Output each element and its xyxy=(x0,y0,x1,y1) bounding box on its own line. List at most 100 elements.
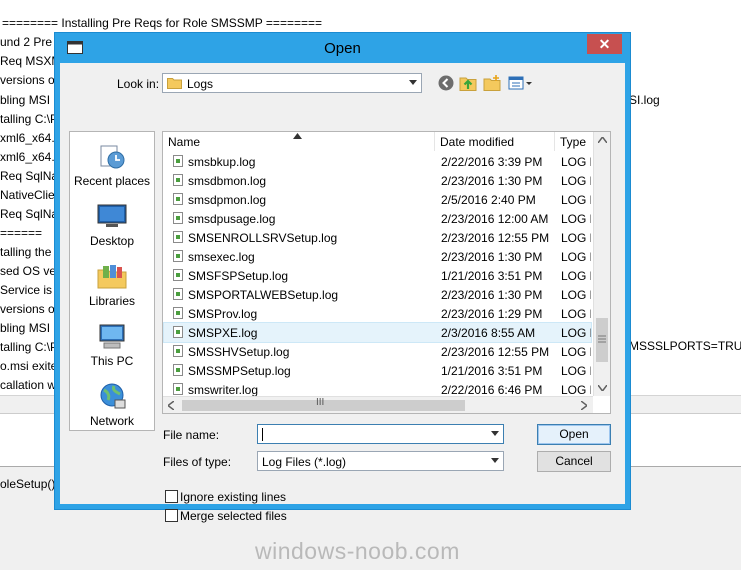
log-line: Req SqlNa xyxy=(0,169,59,183)
log-line: sed OS ver xyxy=(0,264,61,278)
file-name-cell: SMSPXE.log xyxy=(188,326,258,340)
merge-selected-files-checkbox[interactable] xyxy=(165,509,178,522)
log-file-icon xyxy=(173,326,183,338)
log-file-icon xyxy=(173,231,183,243)
look-in-label: Look in: xyxy=(117,77,160,91)
files-of-type-dropdown[interactable]: Log Files (*.log) xyxy=(257,451,504,471)
log-line: NativeClie xyxy=(0,188,55,202)
file-date-cell: 2/22/2016 6:46 PM xyxy=(441,383,543,397)
new-folder-icon[interactable] xyxy=(483,74,501,92)
column-header-type[interactable]: Type xyxy=(555,132,592,151)
scroll-left-icon[interactable] xyxy=(168,401,174,410)
log-header-line: ======== Installing Pre Reqs for Role SM… xyxy=(2,16,322,30)
log-file-icon xyxy=(173,383,183,395)
watermark: windows-noob.com xyxy=(255,538,460,564)
file-date-cell: 2/5/2016 2:40 PM xyxy=(441,193,536,207)
ignore-existing-lines-label[interactable]: Ignore existing lines xyxy=(180,490,286,504)
file-row[interactable]: SMSSMPSetup.log 1/21/2016 3:51 PM LOG File xyxy=(164,361,591,380)
place-label: Desktop xyxy=(89,234,135,248)
file-row[interactable]: SMSProv.log 2/23/2016 1:29 PM LOG File xyxy=(164,304,591,323)
place-label: Network xyxy=(89,414,134,428)
places-bar: Recent places Desktop Libraries This PC Netw… xyxy=(69,131,155,431)
log-file-icon xyxy=(173,250,183,262)
scroll-right-icon[interactable] xyxy=(581,401,587,410)
dialog-titlebar[interactable]: Open ✕ xyxy=(55,33,630,63)
up-folder-icon[interactable] xyxy=(459,74,477,92)
column-header-name[interactable]: Name xyxy=(163,132,435,151)
file-row[interactable]: smsdpusage.log 2/23/2016 12:00 AM LOG File xyxy=(164,209,591,228)
column-date-label: Date modified xyxy=(440,135,515,149)
place-libraries[interactable]: Libraries xyxy=(70,258,154,318)
file-name-cell: smsbkup.log xyxy=(188,155,256,169)
view-menu-icon[interactable] xyxy=(508,74,534,92)
log-file-icon xyxy=(173,212,183,224)
place-recent-places[interactable]: Recent places xyxy=(70,138,154,198)
log-line: bling MSI xyxy=(0,93,51,107)
file-row[interactable]: smsdbmon.log 2/23/2016 1:30 PM LOG File xyxy=(164,171,591,190)
file-name-cell: smsdpusage.log xyxy=(188,212,276,226)
chevron-down-icon[interactable] xyxy=(491,458,499,463)
place-this-pc[interactable]: This PC xyxy=(70,318,154,378)
place-desktop[interactable]: Desktop xyxy=(70,198,154,258)
file-row[interactable]: SMSENROLLSRVSetup.log 2/23/2016 12:55 PM L… xyxy=(164,228,591,247)
horizontal-scroll-thumb[interactable]: III xyxy=(182,397,465,411)
file-type-cell: LOG File xyxy=(561,288,591,302)
chevron-down-icon[interactable] xyxy=(409,80,417,85)
cancel-button[interactable]: Cancel xyxy=(537,451,611,472)
scroll-down-icon[interactable] xyxy=(598,385,607,391)
file-type-cell: LOG File xyxy=(561,174,591,188)
look-in-dropdown[interactable]: Logs xyxy=(162,73,422,93)
file-row[interactable]: smsdpmon.log 2/5/2016 2:40 PM LOG File xyxy=(164,190,591,209)
log-file-icon xyxy=(173,193,183,205)
recent-places-icon xyxy=(100,145,125,169)
this-pc-icon xyxy=(99,324,125,349)
chevron-down-icon[interactable] xyxy=(491,431,499,436)
close-button[interactable]: ✕ xyxy=(587,34,622,54)
file-row[interactable]: smsexec.log 2/23/2016 1:30 PM LOG File xyxy=(164,247,591,266)
file-name-input[interactable] xyxy=(257,424,504,444)
file-row[interactable]: SMSPXE.log 2/3/2016 8:55 AM LOG File xyxy=(163,322,592,343)
file-type-cell: LOG File xyxy=(561,364,591,378)
file-date-cell: 1/21/2016 3:51 PM xyxy=(441,364,543,378)
file-type-cell: LOG File xyxy=(561,155,591,169)
file-name-cell: smswriter.log xyxy=(188,383,259,397)
horizontal-scrollbar[interactable]: III xyxy=(163,396,593,413)
file-row[interactable]: SMSSHVSetup.log 2/23/2016 12:55 PM LOG Fil… xyxy=(164,342,591,361)
log-line: versions o xyxy=(0,302,55,316)
log-line: bling MSI xyxy=(0,321,51,335)
file-name-cell: SMSSHVSetup.log xyxy=(188,345,290,359)
log-file-icon xyxy=(173,307,183,319)
column-header-date[interactable]: Date modified xyxy=(435,132,555,151)
scroll-grip: III xyxy=(316,397,325,408)
file-type-cell: LOG File xyxy=(561,326,591,340)
place-network[interactable]: Network xyxy=(70,378,154,438)
files-of-type-value: Log Files (*.log) xyxy=(262,455,347,469)
file-type-cell: LOG File xyxy=(561,269,591,283)
back-icon[interactable] xyxy=(437,74,455,92)
vertical-scroll-thumb[interactable] xyxy=(596,318,608,362)
file-row[interactable]: smsbkup.log 2/22/2016 3:39 PM LOG File xyxy=(164,152,591,171)
file-name-cell: smsdpmon.log xyxy=(188,193,267,207)
merge-selected-files-label[interactable]: Merge selected files xyxy=(180,509,287,523)
log-line: Service is i xyxy=(0,283,59,297)
file-name-label: File name: xyxy=(163,428,220,442)
file-row[interactable]: SMSFSPSetup.log 1/21/2016 3:51 PM LOG File xyxy=(164,266,591,285)
file-type-cell: LOG File xyxy=(561,231,591,245)
file-row[interactable]: SMSPORTALWEBSetup.log 2/23/2016 1:30 PM LO… xyxy=(164,285,591,304)
log-line: versions o xyxy=(0,73,55,87)
dialog-title: Open xyxy=(324,40,361,57)
file-list[interactable]: Name Date modified Type smsbkup.log 2/22/… xyxy=(162,131,611,414)
file-type-cell: LOG File xyxy=(561,193,591,207)
ignore-existing-lines-checkbox[interactable] xyxy=(165,490,178,503)
place-label: This PC xyxy=(90,354,134,368)
scroll-up-icon[interactable] xyxy=(598,137,607,143)
file-name-cell: SMSProv.log xyxy=(188,307,258,321)
log-line: talling the xyxy=(0,245,52,259)
log-file-icon xyxy=(173,364,183,376)
vertical-scrollbar[interactable] xyxy=(593,132,610,396)
file-type-cell: LOG File xyxy=(561,307,591,321)
file-date-cell: 2/23/2016 1:29 PM xyxy=(441,307,543,321)
open-button[interactable]: Open xyxy=(537,424,611,445)
text-caret xyxy=(262,428,263,441)
log-file-icon xyxy=(173,345,183,357)
